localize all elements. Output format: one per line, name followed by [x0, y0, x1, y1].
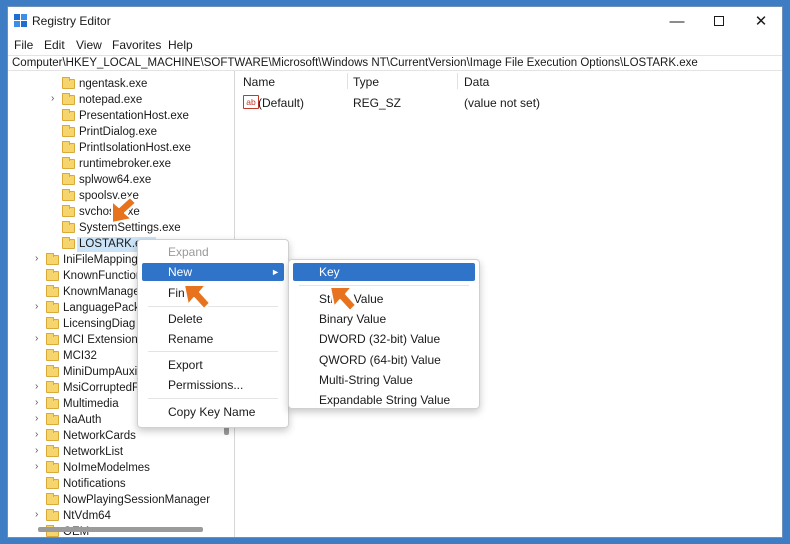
folder-icon — [46, 429, 59, 441]
chevron-right-icon[interactable]: › — [35, 301, 38, 312]
chevron-right-icon[interactable]: › — [35, 509, 38, 520]
new-submenu: Key String Value Binary Value DWORD (32-… — [288, 259, 480, 409]
scrollbar-thumb[interactable] — [38, 527, 203, 532]
column-separator[interactable] — [347, 73, 348, 89]
folder-icon — [62, 237, 75, 249]
arrow-pointer-icon — [329, 286, 357, 312]
menu-view[interactable]: View — [76, 38, 102, 52]
context-menu: Expand New ► Find... Delete Rename Expor… — [137, 239, 289, 428]
maximize-icon — [714, 16, 724, 26]
chevron-right-icon[interactable]: › — [35, 253, 38, 264]
submenu-item-expandable-string-value[interactable]: Expandable String Value — [293, 391, 475, 409]
maximize-button[interactable] — [700, 7, 738, 35]
window-title: Registry Editor — [32, 14, 111, 28]
folder-icon — [46, 349, 59, 361]
folder-icon — [46, 397, 59, 409]
title-bar[interactable]: Registry Editor — ✕ — [8, 7, 782, 35]
chevron-right-icon[interactable]: › — [35, 429, 38, 440]
chevron-right-icon[interactable]: › — [35, 445, 38, 456]
submenu-item-binary-value[interactable]: Binary Value — [293, 310, 475, 328]
submenu-item-multi-string-value[interactable]: Multi-String Value — [293, 371, 475, 389]
folder-icon — [62, 205, 75, 217]
menu-separator — [148, 351, 278, 352]
folder-icon — [62, 173, 75, 185]
menu-favorites[interactable]: Favorites — [112, 38, 161, 52]
chevron-right-icon[interactable]: › — [35, 397, 38, 408]
column-header-data[interactable]: Data — [464, 75, 489, 89]
menu-separator — [299, 285, 469, 286]
value-row[interactable]: ab (Default) REG_SZ (value not set) — [241, 95, 782, 111]
column-separator[interactable] — [457, 73, 458, 89]
column-header-type[interactable]: Type — [353, 75, 379, 89]
folder-icon — [62, 157, 75, 169]
address-bar[interactable]: Computer\HKEY_LOCAL_MACHINE\SOFTWARE\Mic… — [8, 55, 782, 71]
menu-item-new[interactable]: New ► — [142, 263, 284, 281]
menu-separator — [148, 398, 278, 399]
folder-icon — [62, 189, 75, 201]
folder-icon — [46, 445, 59, 457]
menu-item-new-label: New — [168, 265, 193, 279]
close-button[interactable]: ✕ — [742, 7, 780, 35]
menu-item-expand[interactable]: Expand — [142, 243, 284, 261]
column-header-name[interactable]: Name — [243, 75, 275, 89]
folder-icon — [46, 493, 59, 505]
value-data: (value not set) — [464, 96, 541, 110]
arrow-pointer-icon — [183, 284, 211, 310]
menu-edit[interactable]: Edit — [44, 38, 65, 52]
chevron-right-icon[interactable]: › — [35, 333, 38, 344]
folder-icon — [46, 253, 59, 265]
folder-icon — [46, 285, 59, 297]
tree-horizontal-scrollbar[interactable] — [8, 523, 235, 535]
chevron-right-icon[interactable]: › — [51, 93, 54, 104]
folder-icon — [46, 413, 59, 425]
submenu-item-dword-value[interactable]: DWORD (32-bit) Value — [293, 330, 475, 348]
folder-icon — [62, 109, 75, 121]
close-icon: ✕ — [754, 13, 768, 30]
folder-icon — [46, 365, 59, 377]
string-value-icon: ab — [243, 95, 259, 109]
menu-help[interactable]: Help — [168, 38, 193, 52]
folder-icon — [62, 125, 75, 137]
submenu-item-key[interactable]: Key — [293, 263, 475, 281]
menu-item-copy-key-name[interactable]: Copy Key Name — [142, 403, 284, 421]
folder-icon — [46, 509, 59, 521]
menu-bar: File Edit View Favorites Help — [8, 35, 782, 55]
folder-icon — [46, 269, 59, 281]
minimize-icon: — — [669, 12, 685, 30]
folder-icon — [46, 301, 59, 313]
folder-icon — [46, 381, 59, 393]
folder-icon — [62, 141, 75, 153]
folder-icon — [62, 77, 75, 89]
arrow-pointer-icon — [111, 196, 137, 224]
folder-icon — [62, 221, 75, 233]
menu-file[interactable]: File — [14, 38, 33, 52]
minimize-button[interactable]: — — [658, 7, 696, 35]
folder-icon — [46, 333, 59, 345]
registry-editor-icon — [14, 14, 27, 27]
menu-item-export[interactable]: Export — [142, 356, 284, 374]
chevron-right-icon[interactable]: › — [35, 461, 38, 472]
folder-icon — [46, 477, 59, 489]
menu-item-rename[interactable]: Rename — [142, 330, 284, 348]
submenu-item-string-value[interactable]: String Value — [293, 290, 475, 308]
registry-editor-window: Registry Editor — ✕ File Edit View Favor… — [7, 6, 783, 538]
folder-icon — [62, 93, 75, 105]
value-type: REG_SZ — [353, 96, 402, 110]
folder-icon — [46, 461, 59, 473]
menu-item-permissions[interactable]: Permissions... — [142, 376, 284, 394]
chevron-right-icon[interactable]: › — [35, 381, 38, 392]
submenu-item-qword-value[interactable]: QWORD (64-bit) Value — [293, 351, 475, 369]
folder-icon — [46, 317, 59, 329]
chevron-right-icon[interactable]: › — [35, 413, 38, 424]
chevron-right-icon: ► — [271, 267, 280, 277]
value-name: (Default) — [258, 96, 305, 110]
